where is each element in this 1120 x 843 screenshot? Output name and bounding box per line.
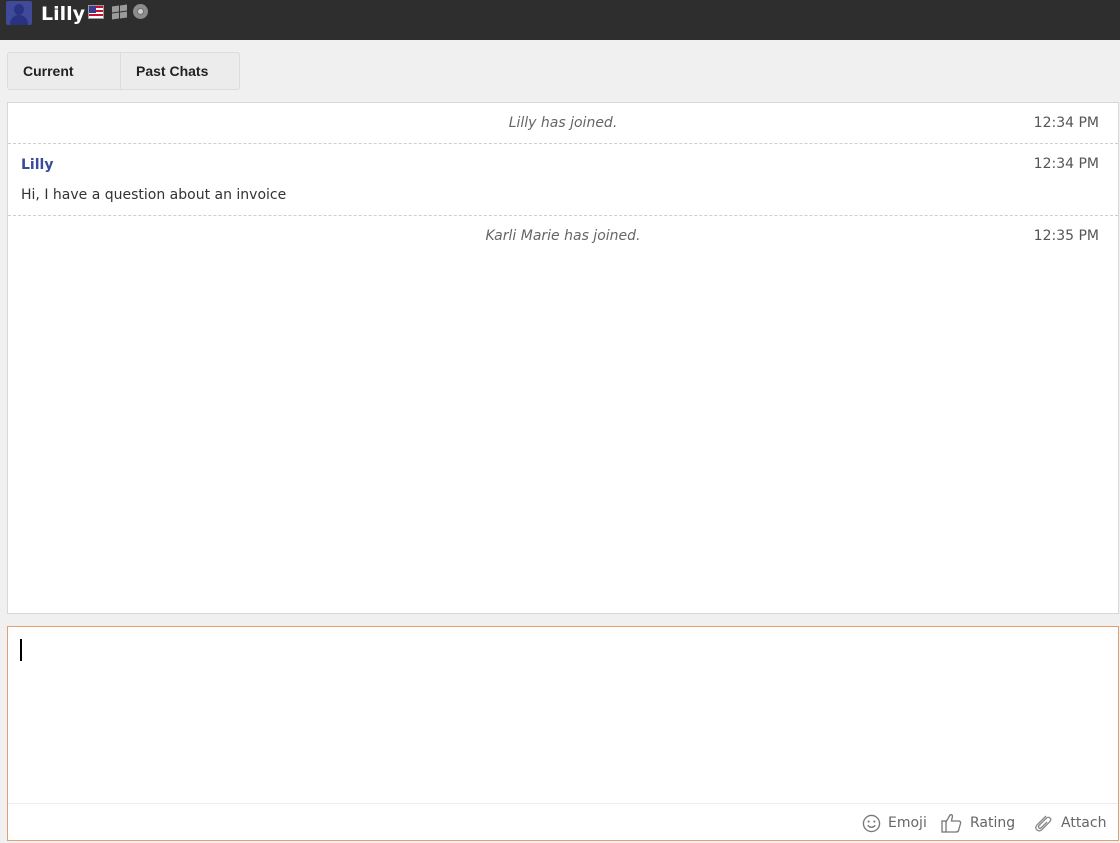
message-author: Lilly [21,157,54,173]
message-time: 12:34 PM [1033,115,1099,131]
system-message: Karli Marie has joined. 12:35 PM [8,216,1118,257]
attach-label: Attach [1061,815,1107,831]
rating-button[interactable]: Rating [941,813,1015,833]
text-caret [20,639,22,661]
visitor-name: Lilly [41,3,86,25]
composer-toolbar: Emoji Rating Attach [8,803,1118,840]
top-bar: Lilly [0,0,1120,40]
emoji-label: Emoji [888,815,927,831]
thumbs-up-icon [941,814,962,833]
tab-past-chats[interactable]: Past Chats (1) [120,53,239,115]
paperclip-icon [1035,815,1052,832]
chat-tabs: Current Chat Past Chats (1) [7,52,240,115]
us-flag-icon [88,5,104,19]
system-message-text: Lilly has joined. [508,115,618,131]
message-time: 12:35 PM [1033,228,1099,244]
message-time: 12:34 PM [1033,156,1099,172]
user-avatar-icon [6,1,32,25]
attach-button[interactable]: Attach [1032,813,1106,833]
tab-current-chat[interactable]: Current Chat [8,53,120,115]
chrome-icon [133,4,148,19]
system-message-text: Karli Marie has joined. [485,228,641,244]
message-text: Hi, I have a question about an invoice [21,187,287,203]
message-composer: Emoji Rating Attach [7,626,1119,841]
emoji-button[interactable]: Emoji [862,813,927,833]
message-input[interactable] [8,627,1118,803]
windows-icon [111,4,127,20]
smiley-icon [862,814,881,832]
system-message: Lilly has joined. 12:34 PM [8,103,1118,144]
chat-message: Lilly 12:34 PM Hi, I have a question abo… [8,144,1118,216]
rating-label: Rating [970,815,1016,831]
message-list[interactable]: Lilly has joined. 12:34 PM Lilly 12:34 P… [7,102,1119,614]
